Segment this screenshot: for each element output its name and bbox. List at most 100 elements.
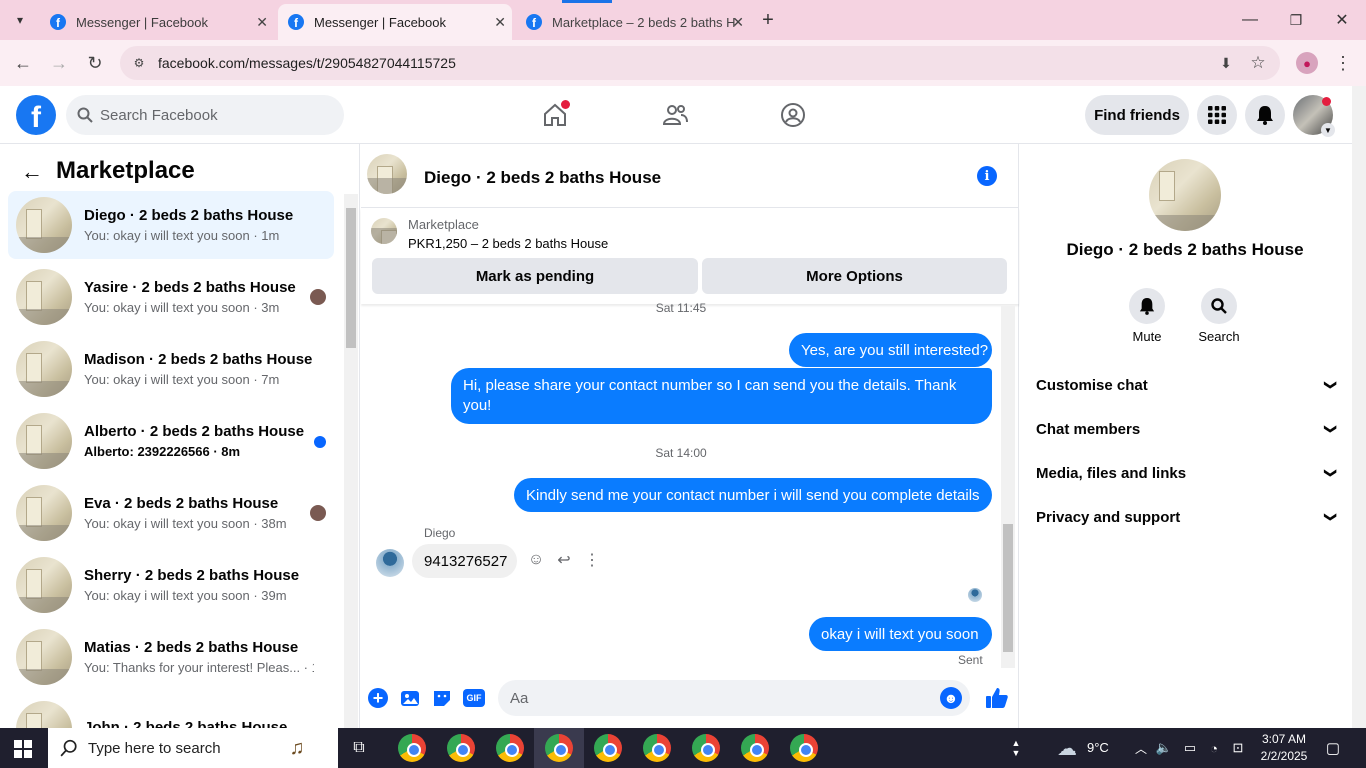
profile-icon[interactable]: ●: [1296, 52, 1318, 74]
network-icon[interactable]: ⊡: [1228, 738, 1248, 758]
attach-photo-icon[interactable]: [400, 688, 420, 708]
chat-scrollbar[interactable]: [1001, 306, 1015, 668]
media-files-links-section[interactable]: Media, files and links ❯: [1036, 451, 1338, 495]
clock-date[interactable]: 2/2/2025: [1252, 749, 1316, 763]
browser-tab-1[interactable]: f Messenger | Facebook ✕: [40, 4, 274, 40]
weather-temp[interactable]: 9°C: [1087, 740, 1109, 755]
chat-avatar[interactable]: [367, 154, 407, 194]
more-actions-icon[interactable]: ⋮: [582, 550, 602, 570]
reload-icon[interactable]: ↻: [82, 50, 108, 76]
chrome-taskbar-icon[interactable]: [496, 734, 524, 762]
wifi-icon[interactable]: ◔: [1204, 738, 1224, 758]
show-hidden-icons-chevron-icon[interactable]: ︿: [1132, 738, 1150, 758]
weather-cloud-icon[interactable]: ☁: [1054, 736, 1080, 760]
mute-bell-icon[interactable]: [1129, 288, 1165, 324]
scrollbar-thumb[interactable]: [1003, 524, 1013, 652]
volume-icon[interactable]: 🔈: [1155, 738, 1173, 758]
sender-avatar[interactable]: [376, 549, 404, 577]
notification-center-icon[interactable]: ▢: [1322, 737, 1344, 759]
add-more-icon[interactable]: +: [368, 688, 388, 708]
browser-tab-3[interactable]: f Marketplace – 2 beds 2 baths H ✕: [516, 4, 750, 40]
message-composer-input[interactable]: Aa ☻: [498, 680, 970, 716]
chrome-taskbar-icon[interactable]: [692, 734, 720, 762]
conversation-item[interactable]: Sherry · 2 beds 2 baths House You: okay i…: [8, 551, 334, 619]
find-friends-button[interactable]: Find friends: [1085, 95, 1189, 135]
chrome-taskbar-icon[interactable]: [545, 734, 573, 762]
chrome-taskbar-icon[interactable]: [741, 734, 769, 762]
notifications-bell-icon[interactable]: [1245, 95, 1285, 135]
conversation-item[interactable]: Alberto · 2 beds 2 baths House Alberto: 2…: [8, 407, 334, 475]
customise-chat-section[interactable]: Customise chat ❯: [1036, 363, 1338, 407]
new-tab-icon[interactable]: +: [756, 8, 780, 32]
listing-thumbnail: [16, 485, 72, 541]
conversation-list-scrollbar[interactable]: [344, 194, 358, 728]
taskbar-search-box[interactable]: Type here to search ♫: [48, 728, 338, 768]
reply-icon[interactable]: ↩: [554, 550, 574, 570]
home-icon[interactable]: [540, 100, 570, 130]
browser-tab-2[interactable]: f Messenger | Facebook ✕: [278, 4, 512, 40]
info-icon[interactable]: i: [977, 166, 997, 186]
listing-thumbnail[interactable]: [371, 218, 397, 244]
close-tab-icon[interactable]: ✕: [732, 14, 744, 31]
panel-title: Marketplace: [56, 157, 195, 184]
conversation-item[interactable]: John · 2 beds 2 baths House: [8, 695, 334, 728]
conversation-item[interactable]: Eva · 2 beds 2 baths House You: okay i wi…: [8, 479, 334, 547]
back-icon[interactable]: ←: [10, 50, 36, 76]
menu-grid-icon[interactable]: [1197, 95, 1237, 135]
battery-icon[interactable]: ▭: [1180, 738, 1200, 758]
chrome-taskbar-icon[interactable]: [643, 734, 671, 762]
task-view-icon[interactable]: ⧉: [348, 737, 370, 759]
outgoing-message[interactable]: Yes, are you still interested?: [789, 333, 992, 367]
incoming-message[interactable]: 9413276527: [412, 544, 517, 578]
bookmark-star-icon[interactable]: ☆: [1248, 53, 1268, 73]
install-app-icon[interactable]: ⬇: [1216, 53, 1236, 73]
account-avatar[interactable]: ▼: [1293, 95, 1335, 137]
close-tab-icon[interactable]: ✕: [494, 14, 506, 31]
listing-title[interactable]: PKR1,250 – 2 beds 2 baths House: [408, 236, 608, 251]
react-emoji-icon[interactable]: ☺: [526, 550, 546, 570]
gif-icon[interactable]: GIF: [463, 689, 485, 707]
search-in-chat-icon[interactable]: [1201, 288, 1237, 324]
facebook-logo-icon[interactable]: f: [16, 95, 56, 135]
outgoing-message[interactable]: okay i will text you soon: [809, 617, 992, 651]
browser-menu-icon[interactable]: ⋮: [1332, 52, 1354, 74]
chrome-taskbar-icon[interactable]: [594, 734, 622, 762]
chat-title[interactable]: Diego · 2 beds 2 baths House: [424, 168, 661, 188]
read-receipt-avatar: [968, 588, 982, 602]
groups-icon[interactable]: [778, 100, 808, 130]
mark-as-pending-button[interactable]: Mark as pending: [372, 258, 698, 294]
clock-time[interactable]: 3:07 AM: [1252, 732, 1316, 746]
scrollbar-thumb[interactable]: [346, 208, 356, 348]
windows-start-icon[interactable]: [12, 738, 34, 760]
chrome-taskbar-icon[interactable]: [447, 734, 475, 762]
more-options-button[interactable]: More Options: [702, 258, 1007, 294]
profile-listing-avatar[interactable]: [1149, 159, 1221, 231]
thumbs-up-icon[interactable]: [985, 686, 1009, 710]
conversation-item[interactable]: Diego · 2 beds 2 baths House You: okay i …: [8, 191, 334, 259]
outgoing-message[interactable]: Kindly send me your contact number i wil…: [514, 478, 992, 512]
close-tab-icon[interactable]: ✕: [256, 14, 268, 31]
site-info-icon[interactable]: ⚙: [130, 54, 148, 72]
sticker-icon[interactable]: [432, 688, 452, 708]
minimize-icon[interactable]: —: [1238, 8, 1262, 32]
restore-icon[interactable]: ❐: [1284, 8, 1308, 32]
friends-icon[interactable]: [660, 100, 690, 130]
url-bar[interactable]: ⚙ facebook.com/messages/t/29054827044115…: [120, 46, 1280, 80]
close-window-icon[interactable]: ✕: [1330, 8, 1354, 32]
conversation-item[interactable]: Yasire · 2 beds 2 baths House You: okay i…: [8, 263, 334, 331]
outgoing-message[interactable]: Hi, please share your contact number so …: [451, 368, 992, 424]
forward-icon[interactable]: →: [46, 50, 72, 76]
chat-members-section[interactable]: Chat members ❯: [1036, 407, 1338, 451]
search-facebook-input[interactable]: Search Facebook: [66, 95, 344, 135]
taskbar-overflow-chevron-icon[interactable]: ▲ ▼: [1008, 734, 1024, 762]
emoji-icon[interactable]: ☻: [940, 687, 962, 709]
page-scrollbar[interactable]: [1352, 86, 1366, 728]
tab-search-icon[interactable]: ▾: [8, 8, 32, 32]
privacy-support-section[interactable]: Privacy and support ❯: [1036, 495, 1338, 539]
back-arrow-icon[interactable]: ←: [18, 158, 46, 186]
chrome-taskbar-icon[interactable]: [790, 734, 818, 762]
chevron-down-icon[interactable]: ▼: [1321, 123, 1335, 137]
chrome-taskbar-icon[interactable]: [398, 734, 426, 762]
conversation-item[interactable]: Madison · 2 beds 2 baths House You: okay …: [8, 335, 334, 403]
conversation-item[interactable]: Matias · 2 beds 2 baths House You: Thanks…: [8, 623, 334, 691]
